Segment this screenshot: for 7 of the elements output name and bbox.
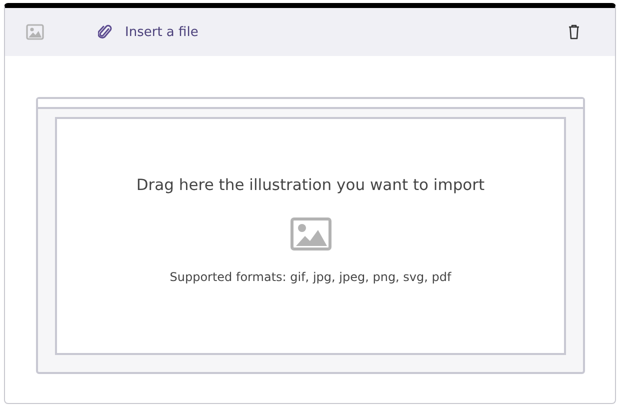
paperclip-icon[interactable] <box>98 24 112 40</box>
drop-zone[interactable]: Drag here the illustration you want to import Supported formats: gif, jpg, jpeg, png, svg, pdf <box>55 117 566 355</box>
trash-icon[interactable] <box>568 24 580 40</box>
image-icon <box>290 217 332 251</box>
insert-file-link[interactable]: Insert a file <box>125 24 198 40</box>
supported-formats-text: Supported formats: gif, jpg, jpeg, png, svg, pdf <box>170 270 452 284</box>
drop-prompt: Drag here the illustration you want to import <box>136 176 485 194</box>
